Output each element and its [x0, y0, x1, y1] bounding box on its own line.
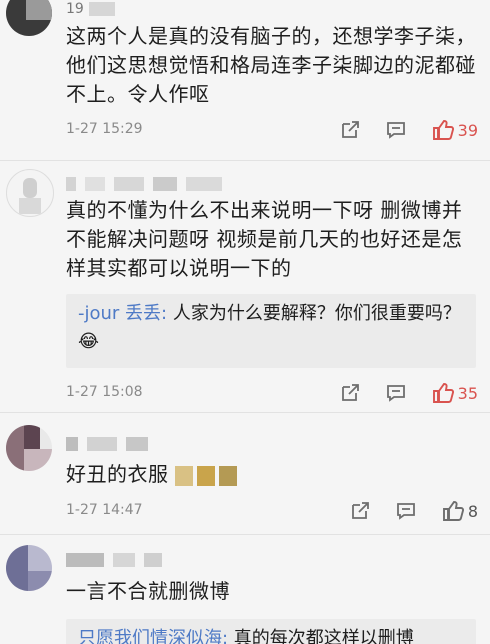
thumbs-up-icon	[442, 501, 464, 521]
like-button[interactable]: 35	[432, 382, 478, 404]
like-count: 39	[457, 120, 478, 140]
avatar[interactable]	[6, 545, 52, 591]
share-icon	[351, 502, 369, 519]
like-button[interactable]: 39	[432, 119, 478, 141]
comment-button[interactable]	[386, 120, 406, 140]
comment-button[interactable]	[386, 383, 406, 403]
comment-icon	[386, 385, 405, 402]
comment-item: 19 这两个人是真的没有脑子的，还想学李子柒，他们这思想觉悟和格局连李子柒脚边的…	[0, 0, 490, 152]
reply-username[interactable]: 只愿我们情深似海:	[78, 628, 228, 644]
comment-actions: 35	[314, 381, 478, 405]
username[interactable]	[66, 173, 226, 191]
comment-icon	[396, 503, 415, 520]
username[interactable]	[66, 433, 152, 451]
comment-text: 这两个人是真的没有脑子的，还想学李子柒，他们这思想觉悟和格局连李子柒脚边的泥都碰…	[66, 24, 476, 106]
comment-meta: 1-27 15:29 39	[66, 118, 478, 142]
reply-preview[interactable]: 只愿我们情深似海: 真的每次都这样以删博	[66, 619, 476, 644]
comment-actions: 39	[314, 118, 478, 142]
thumbs-up-icon	[432, 383, 454, 403]
comment-feed: 19 这两个人是真的没有脑子的，还想学李子柒，他们这思想觉悟和格局连李子柒脚边的…	[0, 0, 490, 644]
reply-text: 真的每次都这样以删博	[228, 628, 414, 644]
comment-time: 1-27 15:29	[66, 121, 143, 137]
avatar[interactable]	[6, 0, 52, 36]
reply-username[interactable]: -jour 丢丢:	[78, 303, 167, 324]
comment-text: 一言不合就删微博	[66, 579, 230, 603]
comment-item: 真的不懂为什么不出来说明一下呀 删微博并不能解决问题呀 视频是前几天的也好还是怎…	[0, 161, 490, 411]
like-count: 8	[467, 501, 478, 521]
comment-text: 真的不懂为什么不出来说明一下呀 删微博并不能解决问题呀 视频是前几天的也好还是怎…	[66, 198, 463, 280]
comment-time: 1-27 14:47	[66, 502, 143, 518]
comment-meta: 1-27 14:47 8	[66, 499, 478, 523]
comment-item: 好丑的衣服 1-27 14:47 8	[0, 413, 490, 533]
comment-item: 一言不合就删微博 只愿我们情深似海: 真的每次都这样以删博	[0, 535, 490, 644]
comment-time: 1-27 15:08	[66, 384, 143, 400]
share-button[interactable]	[350, 501, 370, 521]
share-icon	[341, 121, 359, 138]
reply-preview[interactable]: -jour 丢丢: 人家为什么要解释？你们很重要吗？😂	[66, 294, 476, 368]
username-text[interactable]: 19	[66, 1, 84, 17]
emoji-blur	[175, 465, 194, 486]
comment-icon	[386, 122, 405, 139]
like-count: 35	[457, 383, 478, 403]
comment-meta: 1-27 15:08 35	[66, 381, 478, 405]
thumbs-up-icon	[432, 120, 454, 140]
username[interactable]: 19	[66, 0, 119, 17]
comment-text-content: 好丑的衣服	[66, 462, 169, 486]
blurred-username	[88, 1, 115, 16]
like-button[interactable]: 8	[442, 500, 478, 522]
share-icon	[341, 384, 359, 401]
comment-button[interactable]	[396, 501, 416, 521]
comment-text: 好丑的衣服	[66, 460, 476, 489]
avatar[interactable]	[6, 425, 52, 471]
avatar[interactable]	[6, 169, 54, 217]
username[interactable]	[66, 549, 166, 567]
share-button[interactable]	[340, 383, 360, 403]
share-button[interactable]	[340, 120, 360, 140]
comment-actions: 8	[324, 499, 478, 523]
